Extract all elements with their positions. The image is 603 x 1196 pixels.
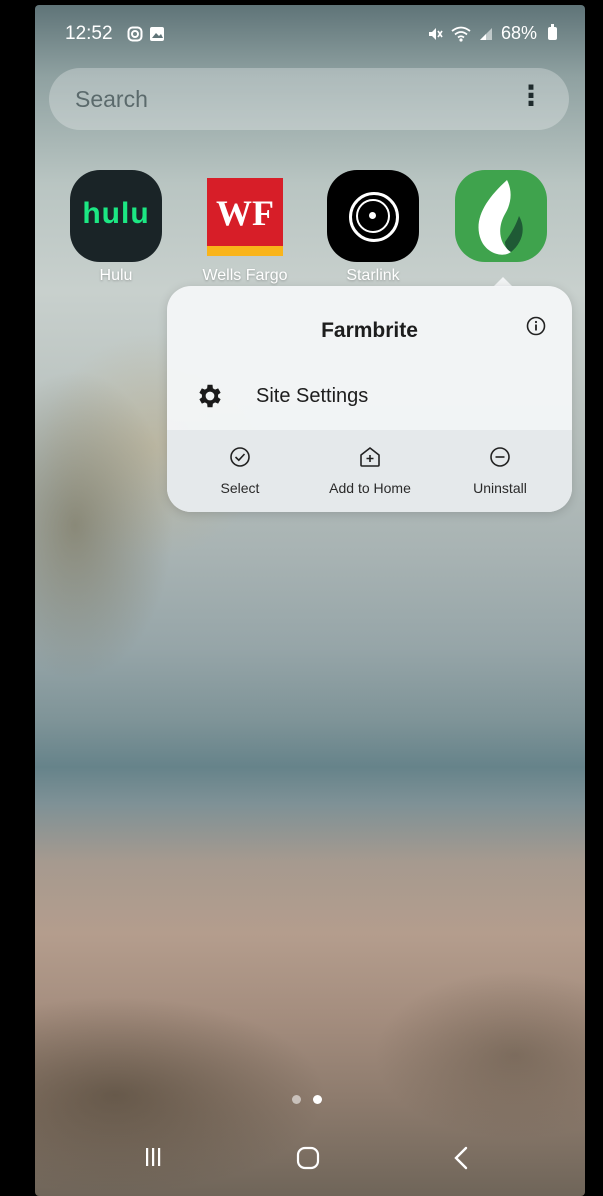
farmbrite-icon: [455, 170, 547, 262]
page-dot-active[interactable]: [313, 1095, 322, 1104]
status-bar: 12:52 68%: [35, 5, 585, 65]
starlink-icon: [327, 170, 419, 262]
battery-icon: [548, 24, 557, 40]
signal-icon: [479, 27, 492, 40]
app-farmbrite[interactable]: [446, 170, 556, 267]
info-icon[interactable]: [526, 316, 546, 336]
home-screen: 12:52 68% Search ⋮ hulu Hulu WF Wells Fa…: [35, 5, 585, 1196]
instagram-icon: [127, 26, 143, 42]
app-context-menu: Farmbrite Site Settings Select Add to Ho…: [167, 286, 572, 512]
gear-icon: [199, 384, 221, 408]
status-notification-icons: [127, 25, 165, 42]
app-wells-fargo[interactable]: WF Wells Fargo: [190, 170, 300, 285]
add-to-home-label: Add to Home: [329, 480, 411, 496]
app-starlink[interactable]: Starlink: [318, 170, 428, 285]
page-dot[interactable]: [292, 1095, 301, 1104]
wifi-icon: [451, 26, 471, 42]
site-settings-label: Site Settings: [256, 384, 369, 407]
status-time: 12:52: [65, 23, 113, 44]
battery-percent: 68%: [500, 23, 537, 43]
select-button[interactable]: Select: [180, 446, 300, 496]
app-label: Starlink: [346, 267, 400, 284]
back-button[interactable]: [451, 1145, 471, 1171]
navigation-bar: [35, 1135, 585, 1185]
app-hulu[interactable]: hulu Hulu: [61, 170, 171, 285]
more-vert-icon[interactable]: ⋮: [517, 82, 545, 110]
farmbrite-leaf-icon: [478, 180, 523, 255]
app-label: Hulu: [99, 267, 133, 284]
hulu-icon: hulu: [70, 170, 162, 262]
search-bar[interactable]: Search ⋮: [49, 68, 569, 130]
site-settings-item[interactable]: Site Settings: [195, 378, 368, 414]
popup-title: Farmbrite: [321, 319, 418, 342]
status-right: 68%: [427, 23, 557, 44]
uninstall-button[interactable]: Uninstall: [440, 446, 560, 496]
page-indicator: [292, 1095, 322, 1104]
search-placeholder: Search: [75, 86, 148, 112]
app-label: Wells Fargo: [202, 267, 288, 284]
mute-icon: [428, 27, 443, 40]
uninstall-label: Uninstall: [473, 480, 527, 496]
image-icon: [150, 27, 165, 42]
popup-actions: Select Add to Home Uninstall: [167, 430, 572, 512]
select-label: Select: [220, 480, 260, 496]
home-button[interactable]: [295, 1145, 321, 1171]
add-to-home-button[interactable]: Add to Home: [310, 446, 430, 496]
wells-fargo-icon: WF: [207, 178, 283, 256]
add-home-icon: [360, 447, 380, 467]
minus-circle-icon: [490, 447, 510, 467]
check-circle-icon: [230, 447, 250, 467]
recents-button[interactable]: [141, 1145, 165, 1169]
